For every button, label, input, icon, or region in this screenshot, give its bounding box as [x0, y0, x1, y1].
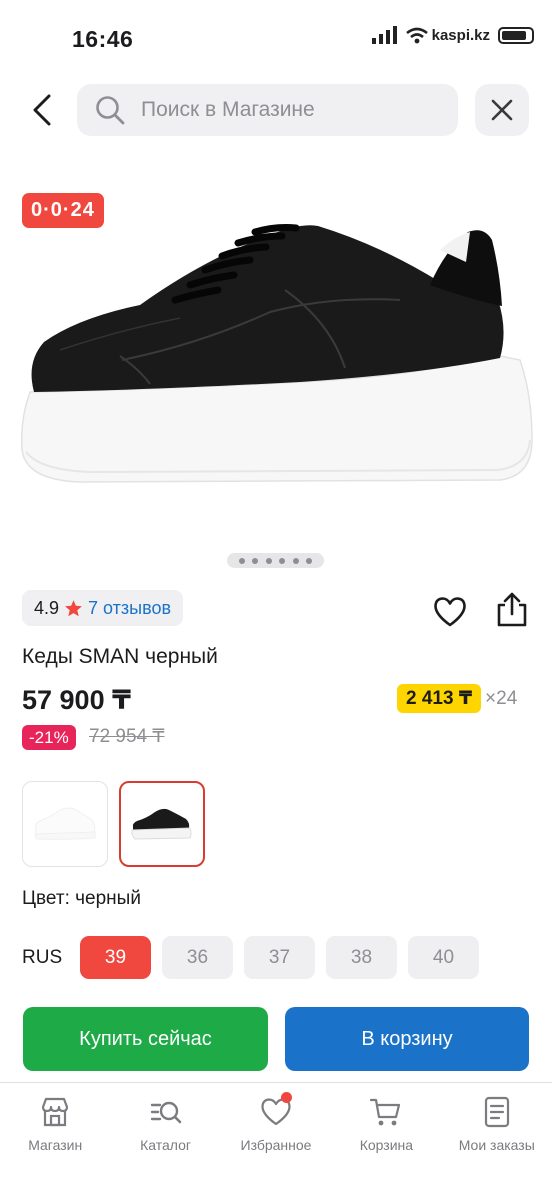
promo-badge: 0·0·24	[22, 193, 104, 228]
star-icon	[65, 599, 82, 616]
pager-dot	[252, 557, 259, 564]
catalog-icon	[150, 1101, 181, 1124]
chevron-left-icon	[33, 94, 51, 126]
back-button[interactable]	[22, 90, 62, 130]
close-button[interactable]	[475, 84, 529, 136]
add-to-cart-button[interactable]: В корзину	[285, 1007, 529, 1071]
product-title: Кеды SMAN черный	[22, 645, 218, 668]
close-icon	[491, 99, 513, 121]
tab-orders[interactable]: Мои заказы	[442, 1083, 552, 1200]
tab-catalog[interactable]: Каталог	[110, 1083, 220, 1200]
installment-info[interactable]: 2 413 ₸ ×24	[397, 684, 517, 713]
buy-now-button[interactable]: Купить сейчас	[23, 1007, 268, 1071]
orders-icon	[484, 1096, 509, 1128]
cart-icon	[370, 1098, 401, 1126]
old-price: 72 954 ₸	[89, 726, 165, 747]
favorite-heart-icon[interactable]	[432, 594, 468, 630]
price: 57 900 ₸	[22, 685, 131, 715]
pager-dot	[279, 557, 286, 564]
header: Поиск в Магазине	[0, 84, 552, 138]
white-sneaker-thumbnail	[34, 807, 96, 840]
tab-label: Каталог	[140, 1137, 192, 1153]
installment-amount: 2 413 ₸	[397, 684, 482, 713]
size-selector: RUS 39 36 37 38 40	[22, 936, 490, 979]
black-sneaker-thumbnail	[131, 808, 192, 840]
color-label: Цвет: черный	[22, 888, 141, 909]
wifi-icon	[405, 27, 428, 43]
pager-dot	[238, 557, 245, 564]
tab-label: Магазин	[28, 1137, 83, 1153]
status-icons: kaspi.kz	[371, 26, 534, 44]
signal-icon	[371, 26, 397, 44]
status-bar: 16:46 kaspi.kz	[0, 0, 552, 80]
bottom-tab-bar: Магазин Каталог Избранное Корзина Мои за…	[0, 1082, 552, 1200]
size-system-label: RUS	[22, 946, 63, 968]
rating-chip[interactable]: 4.9 7 отзывов	[22, 590, 184, 626]
size-option[interactable]: 40	[408, 936, 479, 979]
tab-store[interactable]: Магазин	[0, 1083, 110, 1200]
search-input[interactable]: Поиск в Магазине	[77, 84, 458, 136]
notification-dot	[280, 1092, 292, 1103]
search-placeholder: Поиск в Магазине	[141, 98, 315, 121]
tab-label: Избранное	[240, 1137, 312, 1153]
rating-value: 4.9	[34, 597, 60, 618]
pager-dot	[306, 557, 313, 564]
share-icon[interactable]	[494, 591, 530, 629]
tab-label: Корзина	[359, 1137, 414, 1153]
tab-label: Мои заказы	[458, 1137, 535, 1153]
discount-badge: -21%	[22, 725, 76, 750]
image-pager[interactable]	[227, 553, 324, 568]
pager-dot	[265, 557, 272, 564]
color-swatch-white[interactable]	[22, 781, 108, 867]
status-time: 16:46	[72, 26, 134, 52]
tab-favorites[interactable]: Избранное	[221, 1083, 331, 1200]
search-icon	[96, 96, 125, 125]
tab-cart[interactable]: Корзина	[331, 1083, 441, 1200]
reviews-link[interactable]: 7 отзывов	[88, 598, 171, 619]
installment-months: ×24	[485, 687, 518, 709]
color-swatch-black[interactable]	[119, 781, 205, 867]
store-icon	[42, 1097, 69, 1127]
size-option[interactable]: 37	[244, 936, 315, 979]
pager-dot	[292, 557, 299, 564]
watermark-text: kaspi.kz	[431, 26, 490, 44]
size-option[interactable]: 39	[80, 936, 151, 979]
battery-icon	[498, 26, 534, 44]
size-option[interactable]: 38	[326, 936, 397, 979]
size-option[interactable]: 36	[162, 936, 233, 979]
